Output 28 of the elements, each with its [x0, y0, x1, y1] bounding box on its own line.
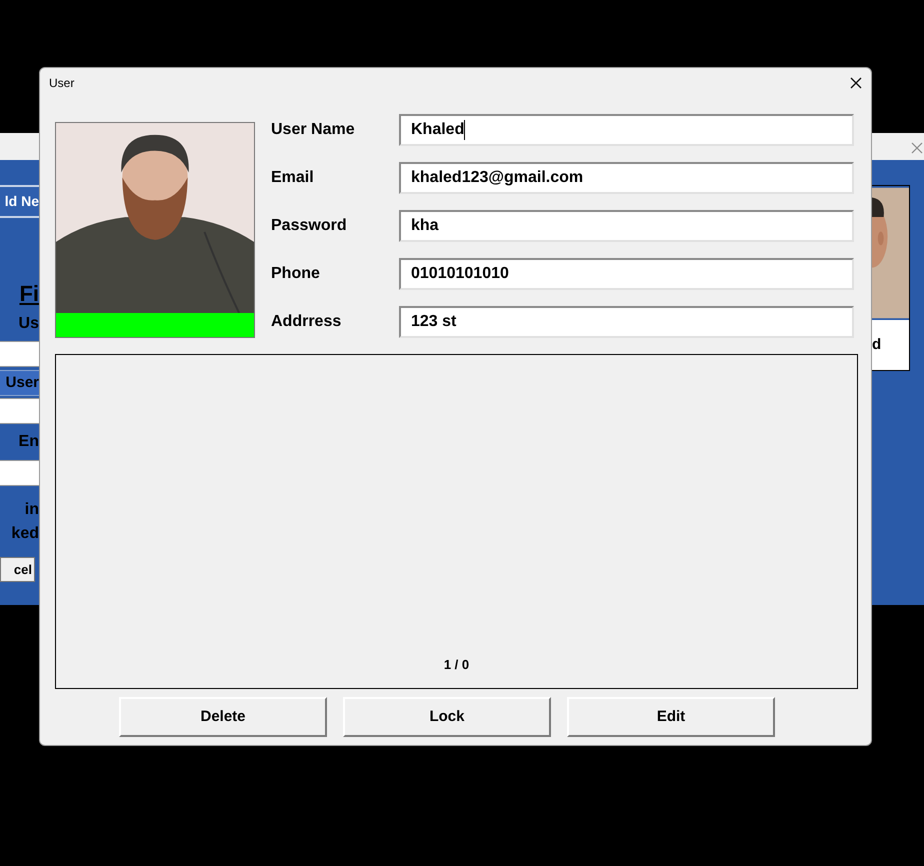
close-icon[interactable]	[850, 77, 862, 89]
label: Us	[18, 316, 39, 332]
action-button[interactable]: Edit	[567, 697, 775, 737]
field-label: Password	[271, 216, 348, 236]
input-field[interactable]: 123 st	[399, 306, 854, 338]
label: En	[18, 434, 39, 450]
page-counter: 1 / 0	[444, 656, 470, 674]
field-label: User Name	[271, 120, 356, 140]
action-button[interactable]: Delete	[119, 697, 327, 737]
field-label: Email	[271, 168, 315, 188]
caption: d	[872, 334, 882, 355]
input-field[interactable]	[0, 460, 39, 486]
label-bar: User	[0, 370, 39, 396]
cancel-button[interactable]: cel	[0, 557, 35, 582]
heading: Fi	[19, 283, 39, 305]
input-field[interactable]: 01010101010	[399, 258, 854, 290]
input-field[interactable]	[0, 398, 39, 424]
window-title: User	[49, 75, 74, 92]
field-label: Phone	[271, 264, 321, 284]
action-button[interactable]: Lock	[343, 697, 551, 737]
input-field[interactable]: khaled123@gmail.com	[399, 162, 854, 194]
field-label: Addrress	[271, 312, 342, 332]
input-field[interactable]: Khaled	[399, 114, 854, 146]
input-field[interactable]	[0, 341, 39, 367]
new-button[interactable]: ld Ne	[0, 185, 39, 218]
label: in	[24, 502, 39, 518]
input-field[interactable]: kha	[399, 210, 854, 242]
label: ked	[11, 526, 39, 542]
